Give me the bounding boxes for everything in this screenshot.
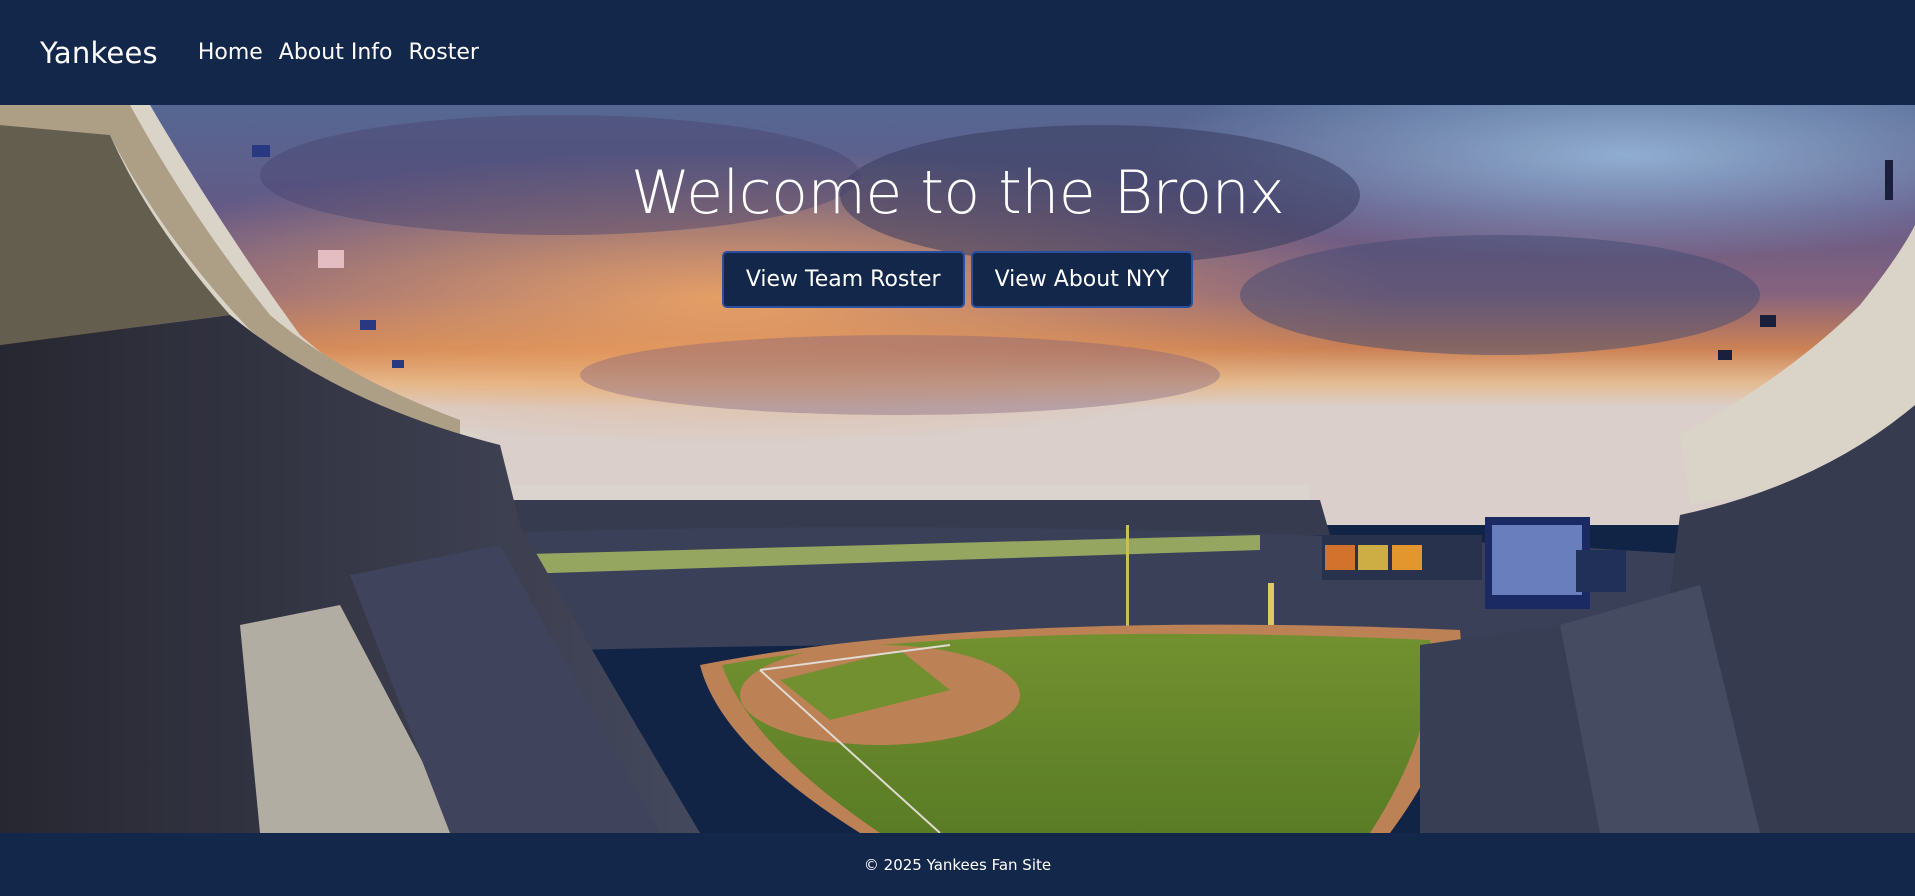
brand-link[interactable]: Yankees [40, 36, 158, 70]
nav-links: Home About Info Roster [198, 40, 479, 65]
hero-content: Welcome to the Bronx View Team Roster Vi… [0, 105, 1915, 308]
view-about-nyy-button[interactable]: View About NYY [970, 251, 1194, 308]
footer: © 2025 Yankees Fan Site [0, 833, 1915, 896]
nav-link-roster[interactable]: Roster [408, 40, 478, 65]
nav-link-home[interactable]: Home [198, 40, 263, 65]
hero-buttons: View Team Roster View About NYY [0, 251, 1915, 308]
nav-link-about-info[interactable]: About Info [279, 40, 393, 65]
top-navbar: Yankees Home About Info Roster [0, 0, 1915, 105]
hero-banner: Welcome to the Bronx View Team Roster Vi… [0, 105, 1915, 833]
view-team-roster-button[interactable]: View Team Roster [721, 251, 965, 308]
footer-copyright: © 2025 Yankees Fan Site [863, 855, 1052, 874]
hero-title: Welcome to the Bronx [630, 158, 1285, 228]
